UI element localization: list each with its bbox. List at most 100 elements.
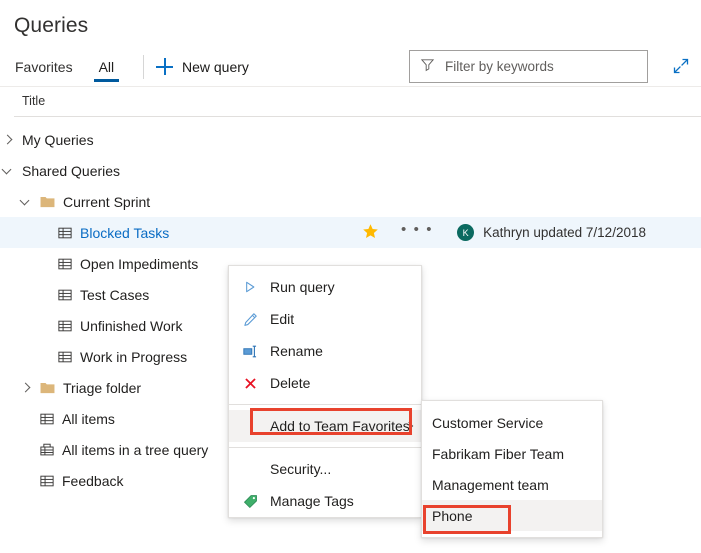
expand-button[interactable] — [667, 52, 695, 80]
menu-item-label: Edit — [270, 311, 294, 327]
new-query-label: New query — [182, 59, 249, 75]
submenu-item-fabrikam-fiber-team[interactable]: Fabrikam Fiber Team — [422, 438, 602, 469]
submenu-item-label: Fabrikam Fiber Team — [432, 446, 564, 462]
chevron-placeholder — [20, 413, 32, 425]
tree-query-icon — [40, 443, 54, 457]
tree-item-label: Shared Queries — [22, 163, 120, 179]
tree-item-label: Blocked Tasks — [80, 225, 169, 241]
query-icon — [58, 350, 72, 364]
tree-query-icon — [40, 443, 54, 457]
tree-item-label: Test Cases — [80, 287, 149, 303]
query-icon — [58, 226, 72, 240]
chevron-down-icon[interactable] — [20, 196, 32, 208]
menu-item-label: Security... — [270, 461, 331, 477]
chevron-down-icon[interactable] — [2, 165, 14, 177]
tab-favorites-label: Favorites — [15, 59, 73, 75]
query-icon — [40, 412, 54, 426]
tab-list: Favorites All — [13, 47, 116, 86]
tree-item-blocked-tasks[interactable]: Blocked Tasks • • • K Kathryn updated 7/… — [0, 217, 701, 248]
query-icon — [58, 226, 72, 240]
folder-icon — [40, 195, 55, 208]
query-icon — [40, 412, 54, 426]
rename-icon — [243, 345, 258, 358]
tree-item-label: My Queries — [22, 132, 94, 148]
menu-item-run-query[interactable]: Run query — [229, 271, 421, 303]
submenu-item-management-team[interactable]: Management team — [422, 469, 602, 500]
tree-item-label: Unfinished Work — [80, 318, 182, 334]
tree-item-label: All items in a tree query — [62, 442, 208, 458]
menu-item-manage-tags[interactable]: Manage Tags — [229, 485, 421, 517]
folder-icon — [40, 195, 55, 208]
tab-all-label: All — [99, 59, 115, 75]
avatar: K — [457, 224, 474, 241]
submenu-item-phone[interactable]: Phone — [422, 500, 602, 531]
menu-item-delete[interactable]: Delete — [229, 367, 421, 399]
star-filled-icon — [362, 223, 379, 240]
menu-item-rename[interactable]: Rename — [229, 335, 421, 367]
star-filled-icon[interactable] — [362, 223, 379, 243]
menu-separator — [229, 404, 421, 405]
tree-item-label: Current Sprint — [63, 194, 150, 210]
query-icon — [58, 319, 72, 333]
menu-item-add-to-team-favorites[interactable]: Add to Team Favorites — [229, 410, 421, 442]
chevron-placeholder — [38, 258, 50, 270]
tree-item-current-sprint[interactable]: Current Sprint — [0, 186, 701, 217]
tree-item-label: Open Impediments — [80, 256, 198, 272]
filter-input-container[interactable]: Filter by keywords — [409, 50, 648, 83]
tag-icon — [243, 494, 258, 509]
submenu-item-label: Customer Service — [432, 415, 543, 431]
tab-favorites[interactable]: Favorites — [13, 47, 75, 86]
x-icon — [244, 377, 257, 390]
funnel-icon — [420, 57, 435, 77]
tab-all[interactable]: All — [97, 47, 117, 86]
column-header-title: Title — [22, 94, 45, 108]
context-menu: Run query Edit Rename Delete Add to Team … — [228, 265, 422, 518]
tree-item-label: Work in Progress — [80, 349, 187, 365]
tree-item-label: Feedback — [62, 473, 123, 489]
plus-icon — [156, 58, 173, 75]
new-query-button[interactable]: New query — [156, 47, 249, 86]
pencil-icon — [243, 312, 258, 327]
menu-item-label: Manage Tags — [270, 493, 354, 509]
row-status-text: Kathryn updated 7/12/2018 — [483, 225, 646, 240]
tree-item-my-queries[interactable]: My Queries — [0, 124, 701, 155]
menu-item-security[interactable]: Security... — [229, 453, 421, 485]
ellipsis-icon[interactable]: • • • — [401, 222, 433, 237]
tree-item-shared-queries[interactable]: Shared Queries — [0, 155, 701, 186]
query-icon — [58, 257, 72, 271]
queries-page: Queries Favorites All New query Filter b… — [0, 0, 701, 553]
query-icon — [58, 288, 72, 302]
page-title: Queries — [14, 14, 88, 38]
chevron-right-icon[interactable] — [20, 382, 32, 394]
menu-item-label: Delete — [270, 375, 310, 391]
submenu-item-customer-service[interactable]: Customer Service — [422, 407, 602, 438]
tree-item-label: Triage folder — [63, 380, 141, 396]
query-icon — [58, 350, 72, 364]
chevron-placeholder — [20, 475, 32, 487]
chevron-right-icon[interactable] — [2, 134, 14, 146]
chevron-placeholder — [38, 320, 50, 332]
pencil-icon — [241, 312, 259, 327]
tree-item-label: All items — [62, 411, 115, 427]
play-icon — [241, 280, 259, 294]
search-input[interactable]: Filter by keywords — [445, 59, 554, 74]
folder-icon — [40, 381, 55, 394]
query-icon — [40, 474, 54, 488]
query-icon — [58, 257, 72, 271]
query-icon — [58, 288, 72, 302]
folder-icon — [40, 381, 55, 394]
team-favorites-submenu: Customer Service Fabrikam Fiber Team Manag… — [421, 400, 603, 538]
menu-item-label: Add to Team Favorites — [270, 418, 410, 434]
menu-separator — [229, 447, 421, 448]
query-icon — [58, 319, 72, 333]
x-icon — [241, 377, 259, 390]
expand-diagonal-icon — [672, 57, 690, 75]
menu-item-edit[interactable]: Edit — [229, 303, 421, 335]
play-icon — [243, 280, 257, 294]
rename-icon — [241, 345, 259, 358]
menu-item-label: Run query — [270, 279, 335, 295]
menu-item-label: Rename — [270, 343, 323, 359]
column-header-divider — [14, 116, 701, 117]
query-icon — [40, 474, 54, 488]
submenu-item-label: Management team — [432, 477, 549, 493]
